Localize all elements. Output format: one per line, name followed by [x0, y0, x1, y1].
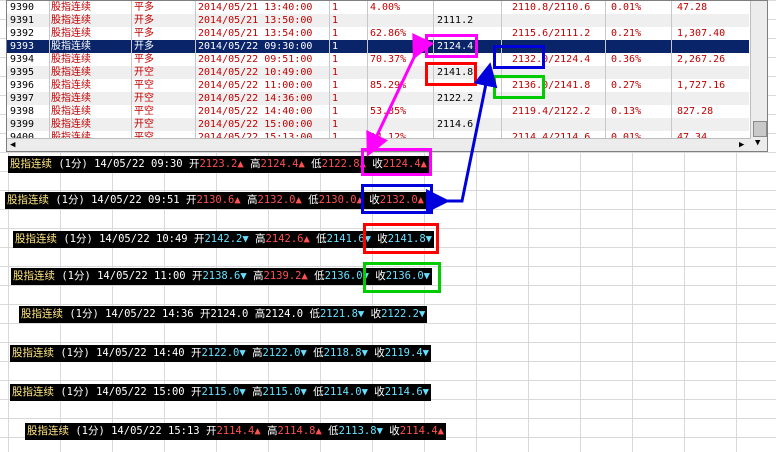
annotation-arrows: [366, 33, 498, 213]
magenta-arrow: [366, 33, 434, 157]
blue-arrow: [426, 62, 498, 213]
